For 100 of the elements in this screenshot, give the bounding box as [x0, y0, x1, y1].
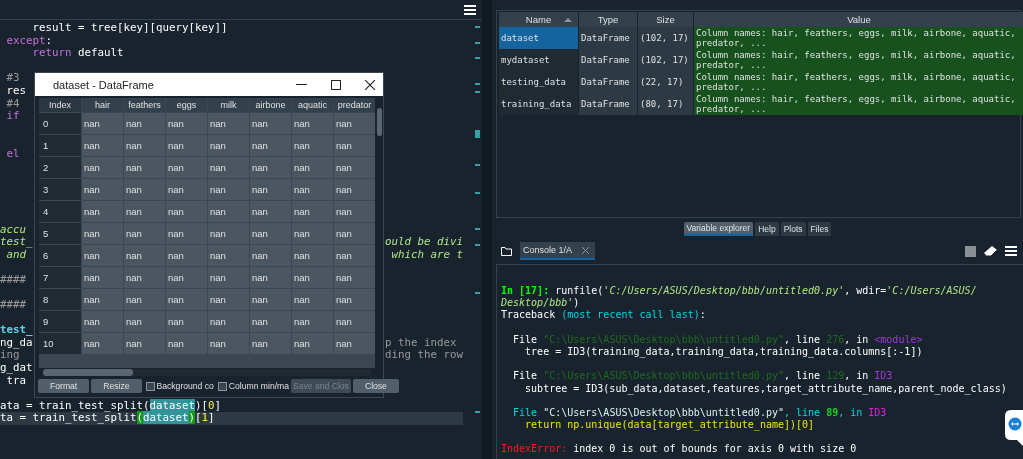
checkbox[interactable] [145, 381, 155, 391]
row-index: 2 [39, 157, 81, 178]
table-cell: nan [82, 333, 123, 354]
table-cell: nan [334, 223, 375, 244]
table-cell: nan [82, 179, 123, 200]
console-tab[interactable]: Console 1/A [520, 242, 596, 260]
console-line: File "C:\Users\ASUS\Desktop\bbb\untitled0.py", line 276, in <module> [512, 333, 924, 346]
row-index: 4 [39, 201, 81, 222]
table-cell: Column names: hair, feathers, eggs, milk, airbone, aquatic, predator, ... [694, 71, 1023, 93]
table-cell: nan [124, 333, 165, 354]
row-index: 10 [39, 333, 81, 354]
table-cell: nan [166, 223, 207, 244]
pane-tab[interactable]: Variable explorer [683, 222, 754, 236]
double-arrow-icon[interactable] [1005, 410, 1023, 446]
table-cell: nan [124, 245, 165, 266]
row-index: 6 [39, 245, 81, 266]
table-cell: nan [292, 311, 333, 332]
column-header[interactable]: hair [82, 98, 123, 112]
table-cell: nan [166, 113, 207, 134]
table-cell: nan [208, 113, 249, 134]
code-line: ding the row [385, 349, 463, 363]
table-cell: nan [124, 135, 165, 156]
stop-icon[interactable] [965, 245, 976, 257]
variable-name[interactable]: dataset [499, 27, 578, 49]
close-icon[interactable] [365, 79, 375, 90]
table-cell: Column names: hair, feathers, eggs, milk, airbone, aquatic, predator, ... [694, 49, 1023, 71]
code-line: ng_da [0, 336, 33, 350]
table-cell: Column names: hair, feathers, eggs, milk, airbone, aquatic, predator, ... [694, 93, 1023, 115]
console-line: tree = ID3(training_data,training_data,training_data.columns[:-1]) [524, 345, 924, 359]
pane-tab[interactable]: Plots [780, 222, 806, 236]
pane-tab[interactable]: Help [755, 222, 779, 236]
dialog-button[interactable]: Resize [91, 379, 142, 393]
column-header[interactable]: Value [694, 12, 1023, 27]
table-cell: nan [124, 201, 165, 222]
row-index: 5 [39, 223, 81, 244]
eraser-icon[interactable] [984, 246, 997, 256]
table-cell: nan [166, 201, 207, 222]
column-header[interactable]: feathers [124, 98, 165, 112]
checkbox[interactable] [217, 381, 227, 391]
table-cell: nan [166, 289, 207, 310]
table-cell: nan [124, 179, 165, 200]
table-cell: nan [250, 289, 291, 310]
table-cell: nan [166, 157, 207, 178]
column-header[interactable]: airbone [250, 98, 291, 112]
table-cell: nan [292, 289, 333, 310]
console-line: File "C:\Users\ASUS\Desktop\bbb\untitled0.py", line 129, in ID3 [512, 370, 894, 383]
table-cell: nan [292, 113, 333, 134]
column-header[interactable]: Name [499, 12, 578, 27]
table-cell: nan [82, 201, 123, 222]
folder-icon[interactable] [501, 246, 512, 256]
table-cell: nan [124, 223, 165, 244]
table-cell: nan [334, 135, 375, 156]
table-cell: nan [334, 311, 375, 332]
variable-name[interactable]: training_data [499, 93, 578, 115]
table-cell: (102, 17) [638, 49, 693, 71]
table-cell: nan [208, 223, 249, 244]
table-cell: Column names: hair, feathers, eggs, milk, airbone, aquatic, predator, ... [694, 27, 1023, 49]
column-header[interactable]: Size [638, 12, 693, 27]
table-cell: nan [82, 289, 123, 310]
code-line: #4 [5, 97, 20, 111]
row-index: 7 [39, 267, 81, 288]
table-cell: DataFrame [579, 49, 637, 71]
checkbox-label: Background co [156, 381, 214, 391]
menu-icon[interactable] [1005, 246, 1017, 256]
table-cell: nan [82, 135, 123, 156]
table-cell: nan [250, 113, 291, 134]
code-line: ing [0, 349, 20, 363]
column-header[interactable]: eggs [166, 98, 207, 112]
row-index: 3 [39, 179, 81, 200]
column-header[interactable]: predator [334, 98, 375, 112]
table-cell: nan [292, 245, 333, 266]
variable-name[interactable]: testing_data [499, 71, 578, 93]
table-cell: nan [334, 157, 375, 178]
menu-icon[interactable] [464, 4, 476, 15]
table-cell: nan [292, 333, 333, 354]
table-cell: nan [250, 201, 291, 222]
column-header[interactable]: Index [39, 98, 81, 112]
console-line: Desktop/bbb') [501, 297, 581, 310]
dialog-button[interactable]: Format [38, 379, 90, 393]
column-header[interactable]: aquatic [292, 98, 333, 112]
dialog-button[interactable]: Close [352, 379, 399, 393]
table-cell: nan [292, 135, 333, 156]
table-cell: nan [292, 267, 333, 288]
pane-tab[interactable]: Files [807, 222, 832, 236]
table-cell: nan [334, 179, 375, 200]
table-cell: nan [250, 267, 291, 288]
table-cell: nan [166, 311, 207, 332]
table-cell: nan [334, 201, 375, 222]
table-cell: nan [208, 245, 249, 266]
maximize-icon[interactable] [331, 79, 341, 90]
row-index: 9 [39, 311, 81, 332]
table-cell: nan [250, 311, 291, 332]
column-header[interactable]: Type [579, 12, 637, 27]
table-cell: nan [82, 245, 123, 266]
table-cell: nan [82, 223, 123, 244]
table-cell: nan [250, 179, 291, 200]
table-cell: nan [124, 113, 165, 134]
variable-name[interactable]: mydataset [499, 49, 578, 71]
column-header[interactable]: milk [208, 98, 249, 112]
scrollbar[interactable] [43, 369, 371, 376]
